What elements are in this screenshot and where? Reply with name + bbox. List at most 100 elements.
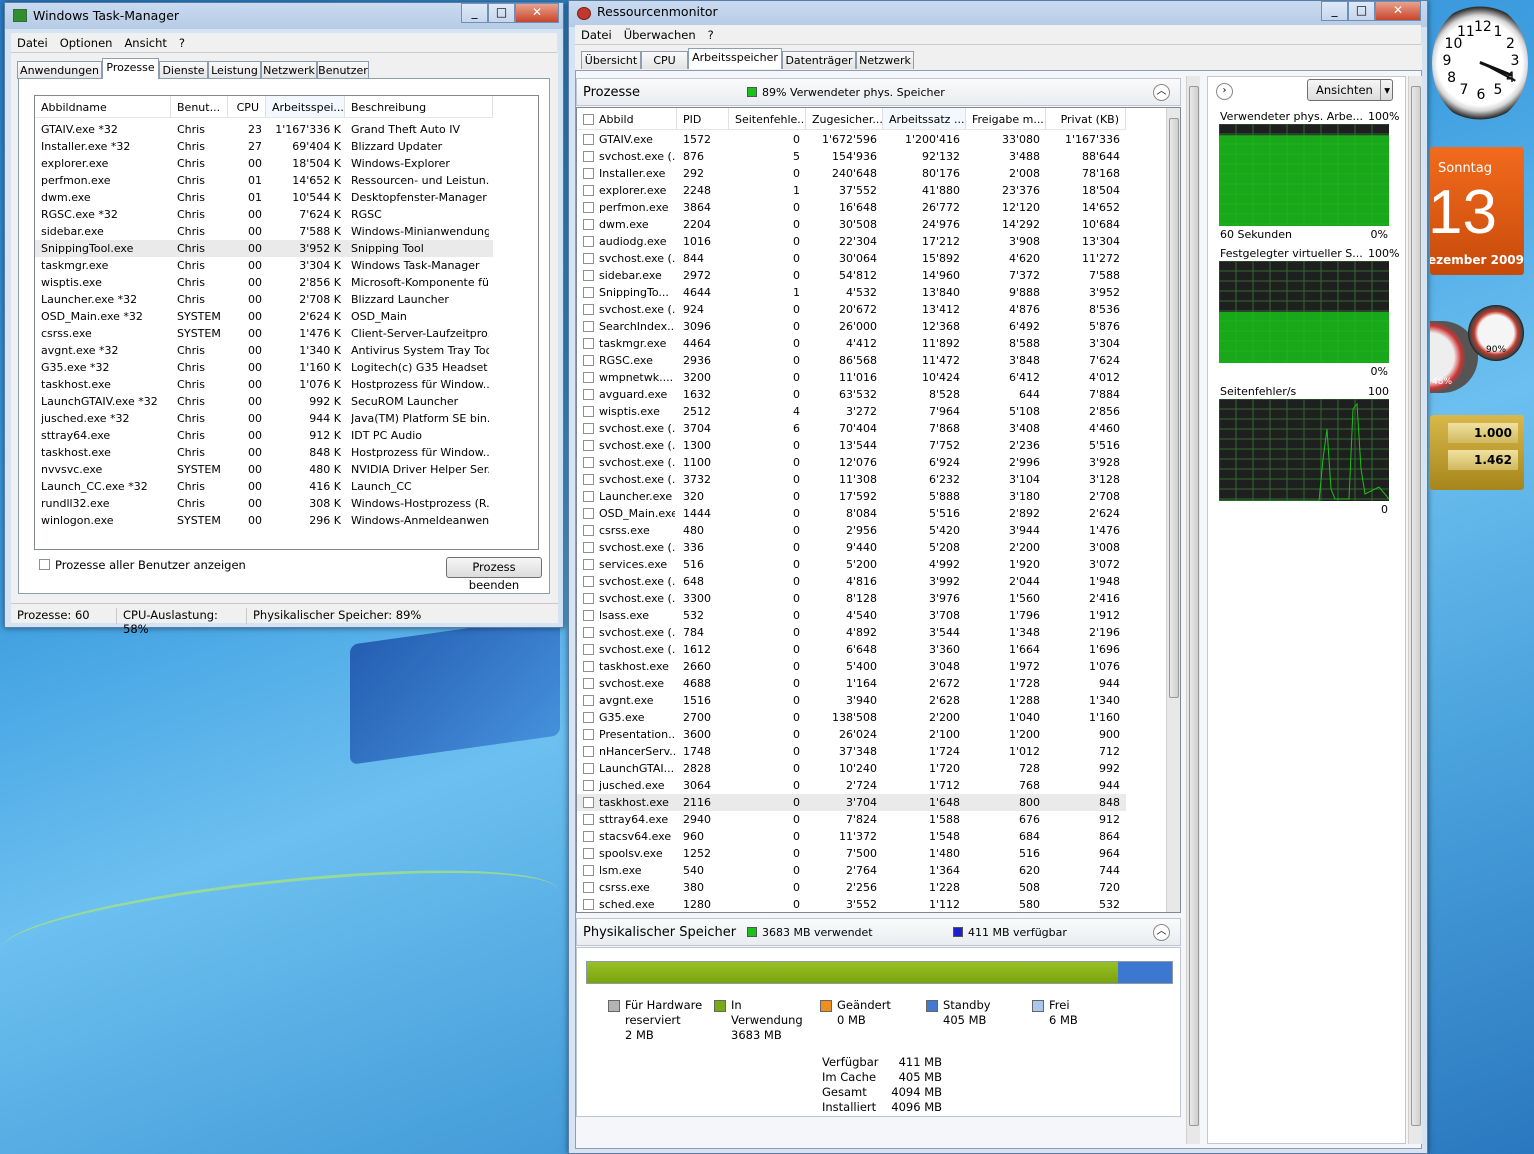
table-row[interactable]: rundll32.exe Chris 00 308 K Windows-Hostproz… (35, 495, 493, 512)
table-row[interactable]: sttray64.exe 2940 0 7'824 1'588 676 912 (577, 811, 1126, 828)
row-checkbox[interactable] (583, 151, 594, 162)
table-row[interactable]: svchost.exe (... 924 0 20'672 13'412 4'876 8'5… (577, 301, 1126, 318)
collapse-up-icon[interactable]: ︿ (1153, 84, 1170, 101)
row-checkbox[interactable] (583, 304, 594, 315)
row-checkbox[interactable] (583, 644, 594, 655)
table-row[interactable]: wmpnetwk.... 3200 0 11'016 10'424 6'412 4'012 (577, 369, 1126, 386)
table-row[interactable]: svchost.exe (... 3704 6 70'404 7'868 3'408 4'4… (577, 420, 1126, 437)
row-checkbox[interactable] (583, 338, 594, 349)
table-row[interactable]: winlogon.exe SYSTEM 00 296 K Windows-Anmelde… (35, 512, 493, 529)
row-checkbox[interactable] (583, 576, 594, 587)
select-all-checkbox[interactable] (583, 114, 594, 125)
row-checkbox[interactable] (583, 593, 594, 604)
table-row[interactable]: explorer.exe 2248 1 37'552 41'880 23'376 18'50… (577, 182, 1126, 199)
table-row[interactable]: dwm.exe 2204 0 30'508 24'976 14'292 10'684 (577, 216, 1126, 233)
tab-netzwerk[interactable]: Netzwerk (261, 61, 317, 79)
table-row[interactable]: perfmon.exe 3864 0 16'648 26'772 12'120 14'652 (577, 199, 1126, 216)
row-checkbox[interactable] (583, 780, 594, 791)
row-checkbox[interactable] (583, 389, 594, 400)
table-row[interactable]: svchost.exe (... 3300 0 8'128 3'976 1'560 2'41… (577, 590, 1126, 607)
table-row[interactable]: svchost.exe 4688 0 1'164 2'672 1'728 944 (577, 675, 1126, 692)
table-row[interactable]: sidebar.exe Chris 00 7'588 K Windows-Minianw… (35, 223, 493, 240)
table-row[interactable]: jusched.exe *32 Chris 00 944 K Java(TM) Plat… (35, 410, 493, 427)
menu-ueberwachen[interactable]: Überwachen (618, 25, 702, 45)
table-row[interactable]: wisptis.exe 2512 4 3'272 7'964 5'108 2'856 (577, 403, 1126, 420)
row-checkbox[interactable] (583, 729, 594, 740)
table-row[interactable]: LaunchGTAI... 2828 0 10'240 1'720 728 992 (577, 760, 1126, 777)
column-header-2[interactable]: Seitenfehle... (729, 108, 806, 130)
row-checkbox[interactable] (583, 457, 594, 468)
tab-4[interactable]: Netzwerk (856, 51, 914, 69)
scroll-thumb[interactable] (1189, 86, 1199, 1126)
tab-0[interactable]: Übersicht (581, 51, 641, 69)
table-row[interactable]: services.exe 516 0 5'200 4'992 1'920 3'072 (577, 556, 1126, 573)
table-row[interactable]: Installer.exe *32 Chris 27 69'404 K Blizzard… (35, 138, 493, 155)
row-checkbox[interactable] (583, 491, 594, 502)
maximize-button[interactable]: □ (1348, 1, 1375, 21)
table-row[interactable]: Launcher.exe 320 0 17'592 5'888 3'180 2'708 (577, 488, 1126, 505)
row-checkbox[interactable] (583, 508, 594, 519)
table-row[interactable]: svchost.exe (... 1300 0 13'544 7'752 2'236 5'5… (577, 437, 1126, 454)
table-row[interactable]: GTAIV.exe *32 Chris 23 1'167'336 K Grand The… (35, 121, 493, 138)
table-row[interactable]: taskhost.exe 2660 0 5'400 3'048 1'972 1'076 (577, 658, 1126, 675)
table-row[interactable]: SearchIndex... 3096 0 26'000 12'368 6'492 5'87… (577, 318, 1126, 335)
column-header-0[interactable]: Abbildname (35, 96, 171, 118)
process-list[interactable]: Abbildname Benut... CPU Arbeitsspei... Besch… (34, 95, 539, 550)
row-checkbox[interactable] (583, 423, 594, 434)
tab-anwendungen[interactable]: Anwendungen (17, 61, 102, 79)
row-checkbox[interactable] (583, 219, 594, 230)
row-checkbox[interactable] (583, 763, 594, 774)
graph-pane-scrollbar[interactable] (1408, 76, 1422, 1144)
maximize-button[interactable]: □ (488, 3, 515, 23)
process-list-scrollbar[interactable] (1166, 108, 1180, 912)
column-header-4[interactable]: Arbeitssatz ... (883, 108, 966, 130)
table-row[interactable]: stacsv64.exe 960 0 11'372 1'548 684 864 (577, 828, 1126, 845)
table-row[interactable]: lsm.exe 540 0 2'764 1'364 620 744 (577, 862, 1126, 879)
table-row[interactable]: svchost.exe (... 1100 0 12'076 6'924 2'996 3'9… (577, 454, 1126, 471)
title-bar[interactable]: Windows Task-Manager _ □ ✕ (5, 3, 563, 29)
column-header-3[interactable]: Arbeitsspei... (266, 96, 345, 118)
currency-gadget[interactable]: 1.000 1.462 (1430, 415, 1524, 490)
minimize-button[interactable]: _ (1321, 1, 1348, 21)
row-checkbox[interactable] (583, 270, 594, 281)
processes-header[interactable]: Prozesse 89% Verwendeter phys. Speicher … (576, 78, 1181, 106)
row-checkbox[interactable] (583, 797, 594, 808)
title-bar[interactable]: Ressourcenmonitor _ □ ✕ (569, 1, 1427, 27)
row-checkbox[interactable] (583, 661, 594, 672)
table-row[interactable]: csrss.exe SYSTEM 00 1'476 K Client-Server-La… (35, 325, 493, 342)
table-row[interactable]: avguard.exe 1632 0 63'532 8'528 644 7'884 (577, 386, 1126, 403)
table-row[interactable]: GTAIV.exe 1572 0 1'672'596 1'200'416 33'080 1'… (577, 131, 1126, 148)
main-scrollbar[interactable] (1186, 76, 1200, 1144)
row-checkbox[interactable] (583, 882, 594, 893)
tab-2[interactable]: Arbeitsspeicher (688, 48, 782, 69)
close-button[interactable]: ✕ (1375, 1, 1421, 21)
row-checkbox[interactable] (583, 134, 594, 145)
row-checkbox[interactable] (583, 848, 594, 859)
table-row[interactable]: Presentation... 3600 0 26'024 2'100 1'200 900 (577, 726, 1126, 743)
tab-leistung[interactable]: Leistung (208, 61, 261, 79)
table-row[interactable]: svchost.exe (... 844 0 30'064 15'892 4'620 11'… (577, 250, 1126, 267)
row-checkbox[interactable] (583, 321, 594, 332)
table-row[interactable]: SnippingTool.exe Chris 00 3'952 K Snipping T… (35, 240, 493, 257)
row-checkbox[interactable] (583, 746, 594, 757)
column-header-1[interactable]: Benut... (171, 96, 228, 118)
column-header-1[interactable]: PID (677, 108, 729, 130)
row-checkbox[interactable] (583, 236, 594, 247)
row-checkbox[interactable] (583, 610, 594, 621)
memory-process-list[interactable]: Abbild PID Seitenfehle... Zugesicher... Arbe… (576, 107, 1181, 913)
row-checkbox[interactable] (583, 627, 594, 638)
table-row[interactable]: taskmgr.exe 4464 0 4'412 11'892 8'588 3'304 (577, 335, 1126, 352)
table-row[interactable]: csrss.exe 380 0 2'256 1'228 508 720 (577, 879, 1126, 896)
column-header-5[interactable]: Freigabe m... (966, 108, 1046, 130)
table-row[interactable]: taskmgr.exe Chris 00 3'304 K Windows Task-Ma… (35, 257, 493, 274)
table-row[interactable]: jusched.exe 3064 0 2'724 1'712 768 944 (577, 777, 1126, 794)
table-row[interactable]: dwm.exe Chris 01 10'544 K Desktopfenster-Man… (35, 189, 493, 206)
table-row[interactable]: RGSC.exe 2936 0 86'568 11'472 3'848 7'624 (577, 352, 1126, 369)
row-checkbox[interactable] (583, 831, 594, 842)
table-row[interactable]: perfmon.exe Chris 01 14'652 K Ressourcen- un… (35, 172, 493, 189)
row-checkbox[interactable] (583, 474, 594, 485)
table-row[interactable]: svchost.exe (... 648 0 4'816 3'992 2'044 1'948 (577, 573, 1126, 590)
menu-optionen[interactable]: Optionen (54, 33, 119, 53)
row-checkbox[interactable] (583, 559, 594, 570)
table-row[interactable]: Launch_CC.exe *32 Chris 00 416 K Launch_CC (35, 478, 493, 495)
